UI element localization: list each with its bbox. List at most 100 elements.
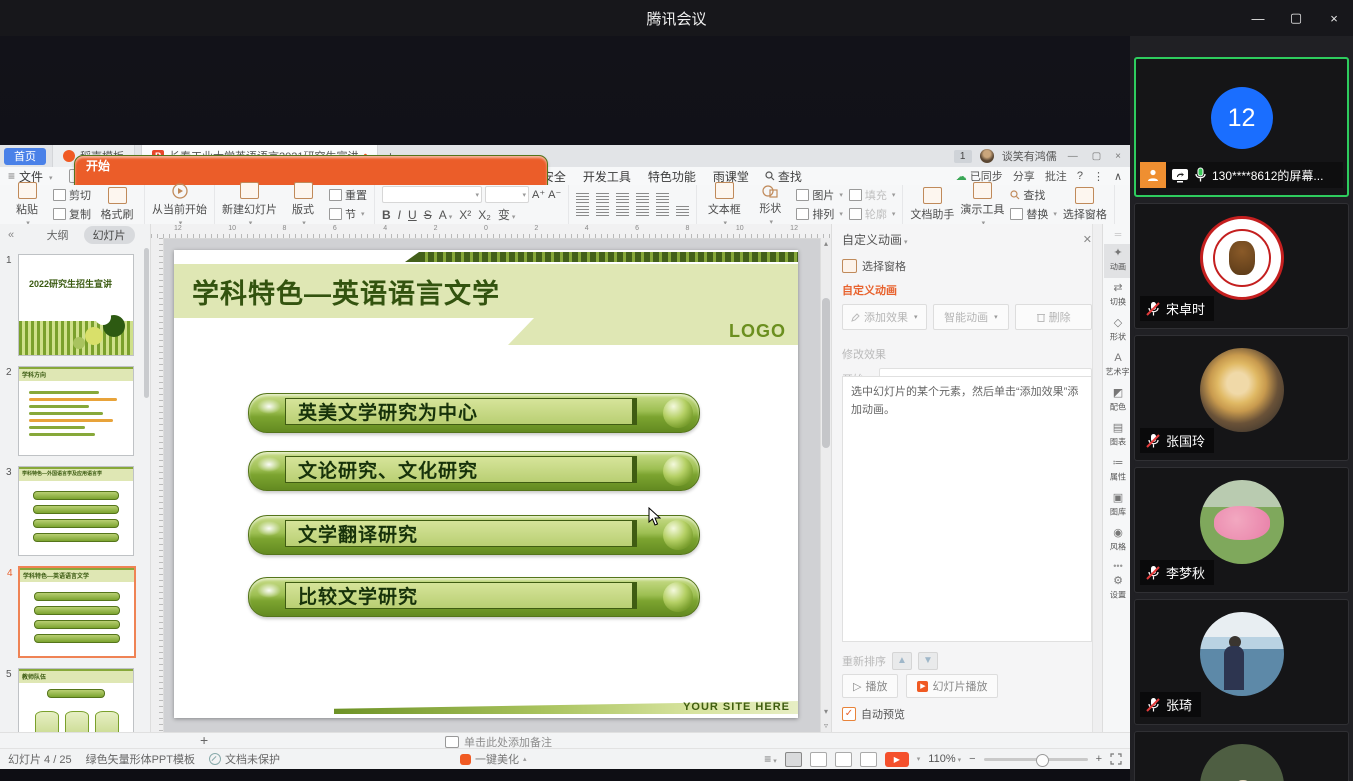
- menu-features[interactable]: 特色功能: [648, 168, 696, 185]
- zoom-in-button[interactable]: +: [1096, 753, 1102, 765]
- strip-properties[interactable]: ≔属性: [1104, 454, 1130, 488]
- wps-maximize-button[interactable]: ▢: [1089, 151, 1104, 162]
- line-spacing-icon[interactable]: [656, 206, 669, 216]
- move-down-button[interactable]: ▼: [918, 652, 938, 670]
- wps-minimize-button[interactable]: —: [1065, 151, 1081, 162]
- subscript-button[interactable]: X₂: [478, 208, 491, 222]
- find-menu[interactable]: 查找: [765, 168, 802, 185]
- move-up-button[interactable]: ▲: [892, 652, 912, 670]
- slideshow-dropdown-icon[interactable]: ▾: [917, 755, 921, 763]
- reading-view-icon[interactable]: [835, 752, 852, 767]
- paste-button[interactable]: 粘贴: [7, 182, 47, 227]
- slide[interactable]: 学科特色—英语语言文学 LOGO 英美文学研究为中心 文论研究、文化研究 文学翻…: [174, 250, 798, 718]
- doc-count-badge[interactable]: 1: [954, 150, 972, 163]
- slide-thumbnail-1[interactable]: 1 2022研究生招生宣讲: [18, 254, 134, 356]
- superscript-button[interactable]: X²: [459, 208, 471, 222]
- increase-font-button[interactable]: A⁺: [532, 188, 545, 201]
- participant-tile[interactable]: [1134, 731, 1349, 781]
- section-button[interactable]: 节: [329, 206, 367, 222]
- panel-title[interactable]: 自定义动画: [842, 231, 908, 248]
- fill-button[interactable]: 填充: [849, 187, 896, 203]
- arrange-button[interactable]: 排列: [796, 206, 843, 222]
- strip-wordart[interactable]: A艺术字: [1104, 349, 1130, 383]
- fit-screen-icon[interactable]: [1110, 753, 1122, 765]
- more-options-icon[interactable]: ⋮: [1093, 170, 1104, 183]
- replace-button[interactable]: 替换: [1010, 206, 1057, 222]
- participant-tile[interactable]: 张琦: [1134, 599, 1349, 725]
- slideshow-play-button[interactable]: ▶幻灯片播放: [906, 674, 998, 698]
- strikethrough-button[interactable]: S: [424, 208, 432, 222]
- strip-settings[interactable]: ⚙设置: [1104, 572, 1130, 606]
- strip-transition[interactable]: ⇄切换: [1104, 279, 1130, 313]
- selection-pane-button[interactable]: 选择窗格: [1063, 187, 1107, 222]
- reset-button[interactable]: 重置: [329, 187, 367, 203]
- slide-bullet-4[interactable]: 比较文学研究: [248, 577, 700, 617]
- strip-colors[interactable]: ◩配色: [1104, 384, 1130, 418]
- normal-view-icon[interactable]: [785, 752, 802, 767]
- menu-devtools[interactable]: 开发工具: [583, 168, 631, 185]
- participant-tile-screen-share[interactable]: 12 130****8612的屏幕...: [1134, 57, 1349, 197]
- zoom-out-button[interactable]: −: [969, 753, 975, 765]
- columns-icon[interactable]: [676, 206, 689, 216]
- horizontal-ruler[interactable]: 12108642024681012: [151, 224, 831, 239]
- font-color-button[interactable]: A: [439, 208, 453, 222]
- slide-sorter-icon[interactable]: [810, 752, 827, 767]
- align-right-icon[interactable]: [616, 206, 629, 216]
- textbox-button[interactable]: 文本框: [704, 182, 744, 227]
- numbered-list-icon[interactable]: [596, 193, 609, 203]
- cut-button[interactable]: 剪切: [53, 187, 91, 203]
- italic-button[interactable]: I: [398, 208, 401, 222]
- notes-view-icon[interactable]: [860, 752, 877, 767]
- next-slide-button[interactable]: ▿: [821, 720, 831, 732]
- layout-button[interactable]: 版式: [283, 182, 323, 227]
- wps-close-button[interactable]: ×: [1112, 151, 1124, 162]
- close-panel-icon[interactable]: ✕: [1083, 233, 1092, 246]
- slide-thumbnail-5[interactable]: 5 教师队伍: [18, 668, 134, 732]
- zoom-slider-knob[interactable]: [1036, 754, 1049, 767]
- tab-slides[interactable]: 幻灯片: [84, 226, 135, 244]
- slide-canvas[interactable]: 学科特色—英语语言文学 LOGO 英美文学研究为中心 文论研究、文化研究 文学翻…: [151, 238, 821, 732]
- comment-button[interactable]: 批注: [1045, 168, 1067, 184]
- picture-button[interactable]: 图片: [796, 187, 843, 203]
- notes-toggle-icon[interactable]: ≡: [764, 752, 777, 766]
- logo-text[interactable]: LOGO: [729, 321, 786, 342]
- strip-gallery[interactable]: ▣图库: [1104, 489, 1130, 523]
- strip-animation[interactable]: ✦动画: [1104, 244, 1130, 278]
- slideshow-button[interactable]: ▶: [885, 752, 909, 767]
- smart-animation-button[interactable]: 智能动画: [933, 304, 1010, 330]
- template-name[interactable]: 绿色矢量形体PPT模板: [86, 751, 195, 767]
- participant-tile[interactable]: 李梦秋: [1134, 467, 1349, 593]
- slide-bullet-3[interactable]: 文学翻译研究: [248, 515, 700, 555]
- slide-thumbnail-4-selected[interactable]: 4 学科特色—英语语言文学: [18, 566, 136, 658]
- maximize-button[interactable]: ▢: [1277, 0, 1315, 36]
- add-slide-button[interactable]: +: [200, 732, 208, 748]
- help-button[interactable]: ?: [1077, 170, 1083, 182]
- format-painter-button[interactable]: 格式刷: [97, 187, 137, 222]
- strip-chart[interactable]: ▤图表: [1104, 419, 1130, 453]
- thumbnail-scrollbar[interactable]: [144, 248, 149, 398]
- tab-outline[interactable]: 大纲: [38, 226, 78, 244]
- auto-preview-checkbox[interactable]: ✓自动预览: [842, 706, 905, 722]
- animation-list[interactable]: 选中幻灯片的某个元素，然后单击“添加效果”添加动画。: [842, 376, 1092, 642]
- participant-tile[interactable]: 宋卓时: [1134, 203, 1349, 329]
- doc-assistant-button[interactable]: 文档助手: [910, 187, 954, 222]
- slide-thumbnail-3[interactable]: 3 学科特色—外国语言学及应用语言学: [18, 466, 134, 556]
- minimize-button[interactable]: —: [1239, 0, 1277, 36]
- underline-button[interactable]: U: [408, 208, 417, 222]
- align-left-icon[interactable]: [576, 206, 589, 216]
- text-direction-icon[interactable]: [656, 193, 669, 203]
- user-avatar[interactable]: [980, 149, 994, 163]
- text-effect-button[interactable]: 变: [498, 206, 516, 223]
- strip-more-icon[interactable]: •••: [1113, 561, 1122, 571]
- present-tools-button[interactable]: 演示工具: [960, 182, 1004, 227]
- participant-tile[interactable]: 张国玲: [1134, 335, 1349, 461]
- slide-bullet-1[interactable]: 英美文学研究为中心: [248, 393, 700, 433]
- share-button[interactable]: 分享: [1013, 168, 1035, 184]
- drag-handle-icon[interactable]: ＝: [1113, 228, 1122, 241]
- play-button[interactable]: ▷播放: [842, 674, 898, 698]
- decrease-font-button[interactable]: A⁻: [548, 188, 561, 201]
- decrease-indent-icon[interactable]: [616, 193, 629, 203]
- slide-bullet-2[interactable]: 文论研究、文化研究: [248, 451, 700, 491]
- bold-button[interactable]: B: [382, 208, 391, 222]
- doc-protection-status[interactable]: 文档未保护: [209, 751, 280, 767]
